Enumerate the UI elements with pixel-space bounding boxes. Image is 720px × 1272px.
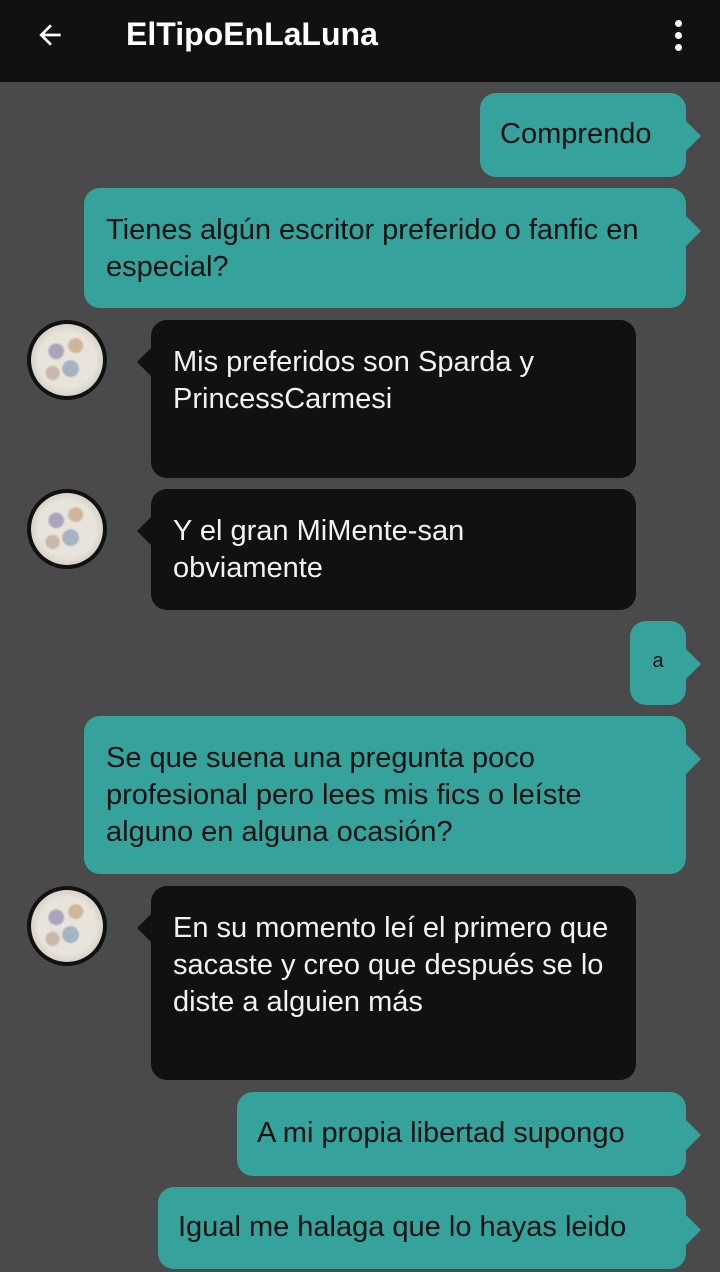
message-text: Se que suena una pregunta poco profesion… xyxy=(106,742,582,848)
outgoing-message[interactable]: Se que suena una pregunta poco profesion… xyxy=(84,716,701,874)
message-text: a xyxy=(652,650,664,672)
app-bar: ElTipoEnLaLuna xyxy=(0,0,720,82)
message-text: Y el gran MiMente-san obviamente xyxy=(173,515,465,584)
back-button[interactable] xyxy=(22,12,78,58)
message-text: Tienes algún escritor preferido o fanfic… xyxy=(106,214,639,283)
contact-avatar[interactable] xyxy=(27,320,107,400)
incoming-message[interactable]: Y el gran MiMente-san obviamente xyxy=(137,489,636,610)
message-text: En su momento leí el primero que sacaste… xyxy=(173,912,609,1018)
contact-avatar[interactable] xyxy=(27,886,107,966)
message-text: Igual me halaga que lo hayas leido xyxy=(178,1211,627,1243)
message-text: Comprendo xyxy=(500,118,652,150)
moon-avatar-image xyxy=(31,890,103,962)
outgoing-message[interactable]: Tienes algún escritor preferido o fanfic… xyxy=(84,188,701,308)
moon-avatar-image xyxy=(31,493,103,565)
more-options-button[interactable] xyxy=(656,12,700,58)
message-text: Mis preferidos son Sparda y PrincessCarm… xyxy=(173,346,535,415)
outgoing-message[interactable]: Igual me halaga que lo hayas leido xyxy=(158,1187,701,1269)
outgoing-message[interactable]: A mi propia libertad supongo xyxy=(237,1092,701,1176)
chat-title: ElTipoEnLaLuna xyxy=(126,16,378,52)
message-text: A mi propia libertad supongo xyxy=(257,1117,625,1149)
more-vertical-icon xyxy=(674,19,682,27)
arrow-left-icon xyxy=(39,24,61,46)
moon-avatar-image xyxy=(31,324,103,396)
outgoing-message[interactable]: a xyxy=(630,621,701,705)
incoming-message[interactable]: Mis preferidos son Sparda y PrincessCarm… xyxy=(137,320,636,478)
incoming-message[interactable]: En su momento leí el primero que sacaste… xyxy=(137,886,636,1080)
outgoing-message[interactable]: Comprendo xyxy=(480,93,701,177)
contact-avatar[interactable] xyxy=(27,489,107,569)
